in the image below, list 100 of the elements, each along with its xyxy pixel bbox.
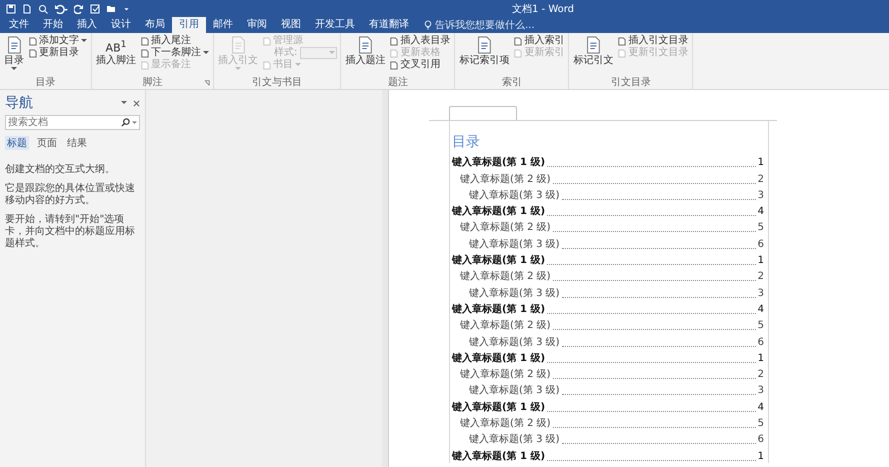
ribbon-tab[interactable]: 引用 [172, 17, 206, 33]
toc-entry[interactable]: 键入章标题(第 3 级) [469, 434, 560, 446]
toc-entry[interactable]: 键入章标题(第 1 级) [452, 450, 546, 463]
page-number: 5 [758, 320, 764, 332]
page-number: 1 [758, 450, 764, 463]
toc-entry[interactable]: 键入章标题(第 2 级) [460, 418, 551, 430]
group-label: 目录 [36, 77, 56, 88]
caret-icon [11, 67, 17, 71]
page-number: 4 [758, 304, 764, 316]
ribbon-tab[interactable]: 邮件 [206, 17, 240, 33]
page-number: 5 [758, 418, 764, 430]
page-number: 2 [758, 369, 764, 382]
toc-entry[interactable]: 键入章标题(第 1 级) [452, 157, 546, 170]
toc-entry[interactable]: 键入章标题(第 1 级) [452, 206, 546, 218]
caret-icon [295, 63, 301, 67]
page-number: 1 [758, 157, 764, 170]
page-number: 5 [758, 222, 764, 234]
ribbon-tab[interactable]: 开发工具 [308, 17, 362, 33]
caret-icon [329, 51, 336, 55]
search-icon[interactable] [121, 118, 130, 127]
group-label: 题注 [388, 77, 408, 88]
page-number: 3 [758, 190, 764, 202]
toc-entry[interactable]: 键入章标题(第 3 级) [469, 190, 560, 202]
ribbon-large-button[interactable]: 目录 [3, 35, 25, 77]
ribbon-button[interactable]: 插入尾注 [139, 35, 192, 47]
toc-entry[interactable]: 键入章标题(第 3 级) [469, 385, 560, 398]
ribbon-large-button[interactable]: AB$^{1}$ 插入脚注 [95, 35, 137, 77]
toc-entry[interactable]: 键入章标题(第 1 级) [452, 352, 546, 365]
page-number: 6 [758, 434, 764, 446]
toc-entry[interactable]: 键入章标题(第 2 级) [460, 222, 551, 234]
save-icon[interactable] [6, 4, 16, 14]
search-field[interactable]: 搜索文档 [5, 115, 140, 130]
page-number: 1 [758, 352, 764, 365]
ribbon-tab[interactable]: 审阅 [240, 17, 274, 33]
dialog-launcher-icon[interactable] [204, 80, 210, 86]
ribbon-large-button[interactable]: 标记引文 [572, 35, 614, 77]
page-number: 1 [758, 255, 764, 268]
toc-entry[interactable]: 键入章标题(第 1 级) [452, 255, 546, 268]
ribbon-tab[interactable]: 插入 [70, 17, 104, 33]
print-preview-icon[interactable] [38, 4, 48, 14]
caret-icon[interactable] [121, 101, 127, 105]
page-number: 6 [758, 238, 764, 251]
help-text: 要开始，请转到"开始"选项卡，并向文档中的标题应用标题样式。 [5, 214, 136, 250]
redo-icon[interactable] [74, 4, 84, 14]
pane-title: 导航 [5, 94, 34, 112]
new-document-icon[interactable] [22, 4, 32, 14]
caret-icon [203, 51, 209, 55]
ribbon-button[interactable]: 插入表目录 [388, 35, 452, 47]
caret-icon [235, 67, 241, 71]
toc-entry[interactable]: 键入章标题(第 3 级) [469, 288, 560, 300]
pane-tab[interactable]: 标题 [5, 136, 29, 150]
toc-entry[interactable]: 键入章标题(第 1 级) [452, 304, 546, 316]
toc-heading: 目录 [452, 133, 481, 152]
ribbon-large-button[interactable]: 插入题注 [344, 35, 386, 77]
group-label: 脚注 [142, 77, 162, 88]
window-title: 文档1 - Word [512, 2, 574, 16]
page-number: 3 [758, 288, 764, 300]
toc-entry[interactable]: 键入章标题(第 2 级) [460, 271, 551, 284]
page-number: 4 [758, 402, 764, 414]
ribbon-button[interactable]: 交叉引用 [388, 59, 442, 71]
ribbon-tab[interactable]: 视图 [274, 17, 308, 33]
document-icon [262, 36, 271, 46]
page-number: 2 [758, 174, 764, 186]
page-number: 2 [758, 271, 764, 284]
ribbon-button[interactable]: 插入索引 [512, 35, 566, 47]
ribbon-tab[interactable]: 布局 [138, 17, 172, 33]
ribbon-tab[interactable]: 文件 [2, 17, 36, 33]
ribbon-button[interactable]: 更新目录 [27, 47, 80, 59]
ribbon-large-button[interactable]: 标记索引项 [458, 35, 510, 77]
undo-icon[interactable] [54, 4, 68, 14]
help-text: 它是跟踪您的具体位置或快速移动内容的好方式。 [5, 183, 136, 207]
page-number: 4 [758, 206, 764, 218]
document-icon [262, 60, 271, 70]
toc-entry[interactable]: 键入章标题(第 2 级) [460, 174, 551, 186]
pane-tab[interactable]: 页面 [35, 136, 59, 150]
ribbon-button[interactable]: 插入引文目录 [616, 35, 690, 47]
toc-entry[interactable]: 键入章标题(第 2 级) [460, 369, 551, 382]
checklist-icon[interactable] [90, 4, 100, 14]
style-label: 样式: [273, 47, 298, 58]
ribbon-button[interactable]: 下一条脚注 [139, 47, 210, 59]
toc-entry[interactable]: 键入章标题(第 1 级) [452, 402, 546, 414]
folder-icon[interactable] [106, 4, 116, 14]
pane-tab[interactable]: 结果 [65, 136, 89, 150]
group-label: 引文与书目 [252, 77, 302, 88]
caret-icon[interactable] [132, 121, 137, 125]
toc-entry[interactable]: 键入章标题(第 2 级) [460, 320, 551, 332]
ribbon-tab[interactable]: 设计 [104, 17, 138, 33]
ribbon-tab[interactable]: 有道翻译 [362, 17, 416, 33]
close-icon[interactable] [133, 100, 140, 106]
caret-icon [81, 39, 87, 43]
group-label: 索引 [502, 77, 522, 88]
group-label: 引文目录 [610, 77, 651, 88]
toc-entry[interactable]: 键入章标题(第 3 级) [469, 336, 560, 349]
ribbon-button[interactable]: 添加文字 [27, 35, 88, 47]
ribbon-tab[interactable]: 开始 [36, 17, 70, 33]
lightbulb-icon [424, 20, 432, 30]
page-number: 3 [758, 385, 764, 398]
toc-entry[interactable]: 键入章标题(第 3 级) [469, 238, 560, 251]
tell-me-field[interactable]: 告诉我您想要做什么... [435, 20, 555, 30]
help-text: 创建文档的交互式大纲。 [5, 164, 116, 176]
